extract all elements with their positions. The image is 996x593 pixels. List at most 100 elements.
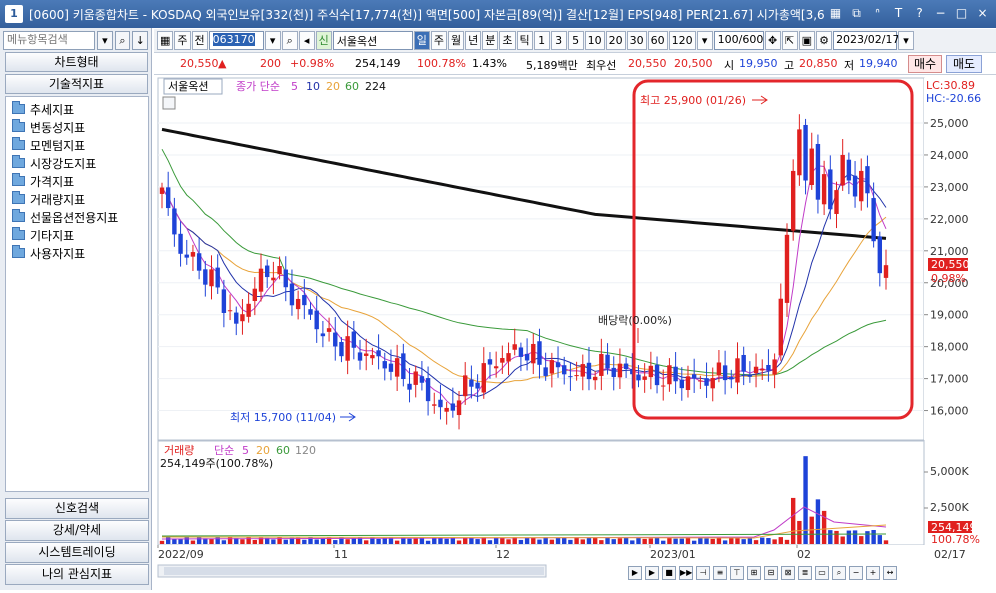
plus-icon[interactable]: + — [866, 566, 880, 580]
help-icon[interactable]: ? — [910, 4, 929, 23]
period-tick[interactable]: 틱 — [516, 31, 533, 50]
minimize-icon[interactable]: − — [931, 4, 950, 23]
forward-icon[interactable]: ▶▶ — [679, 566, 693, 580]
interval-120[interactable]: 120 — [668, 31, 696, 50]
tree-item-volume[interactable]: 거래량지표 — [6, 190, 148, 208]
tree-item-momentum[interactable]: 모멘텀지표 — [6, 136, 148, 154]
chart-type-button[interactable]: 차트형태 — [5, 52, 148, 72]
candle-body — [469, 379, 474, 387]
candle-body — [209, 269, 214, 287]
tree-item-futures[interactable]: 선물옵션전용지표 — [6, 208, 148, 226]
candle-body — [741, 354, 746, 372]
period-day[interactable]: 일 — [413, 31, 430, 50]
indicators-header[interactable]: 기술적지표 — [5, 74, 148, 94]
interval-10[interactable]: 10 — [584, 31, 605, 50]
tree-item-strength[interactable]: 시장강도지표 — [6, 154, 148, 172]
volume-bar — [790, 497, 796, 544]
interval-60[interactable]: 60 — [647, 31, 668, 50]
signal-search-button[interactable]: 신호검색 — [5, 498, 149, 519]
tree-item-other[interactable]: 기타지표 — [6, 226, 148, 244]
candle-body — [240, 314, 245, 322]
tool-6-icon[interactable]: ⊠ — [781, 566, 795, 580]
save-icon[interactable]: ▣ — [798, 31, 816, 50]
period-second[interactable]: 초 — [499, 31, 516, 50]
interval-1[interactable]: 1 — [533, 31, 550, 50]
low-value: 19,940 — [859, 57, 898, 70]
prev-select[interactable]: 전 — [191, 31, 208, 50]
interval-dropdown-icon[interactable]: ▾ — [696, 31, 713, 50]
period-minute[interactable]: 분 — [482, 31, 499, 50]
quote-bar: 20,550 ▲ 200 +0.98% 254,149 100.78% 1.43… — [154, 53, 996, 75]
calendar-icon[interactable]: ▾ — [898, 31, 915, 50]
scroll-thumb[interactable] — [164, 567, 544, 575]
candle-body — [357, 352, 363, 361]
stock-name-field[interactable]: 서울옥션 — [332, 31, 413, 50]
code-dropdown-icon[interactable]: ▾ — [264, 31, 281, 50]
vol-pct-text: 100.78% — [931, 533, 980, 546]
y-tick-label: 23,000 — [930, 181, 969, 194]
zoom-out-icon[interactable]: ⌕ — [832, 566, 846, 580]
sound-icon[interactable]: ◂ — [298, 31, 315, 50]
period-year[interactable]: 년 — [465, 31, 482, 50]
interval-30[interactable]: 30 — [626, 31, 647, 50]
volume-bar — [333, 540, 338, 544]
restore-icon[interactable]: ⧉ — [847, 4, 866, 23]
reset-icon[interactable]: ↔ — [883, 566, 897, 580]
move-icon[interactable]: ✥ — [764, 31, 781, 50]
candle-body — [592, 376, 598, 381]
candle-body — [673, 366, 678, 382]
minus-icon[interactable]: − — [849, 566, 863, 580]
calc-icon[interactable] — [162, 96, 176, 110]
tool-3-icon[interactable]: ⊤ — [730, 566, 744, 580]
tree-item-trend[interactable]: 추세지표 — [6, 100, 148, 118]
search-icon[interactable]: ⌕ — [114, 30, 131, 50]
tool-7-icon[interactable]: ≣ — [798, 566, 812, 580]
stock-code-input[interactable]: 063170 — [208, 31, 264, 50]
maximize-icon[interactable]: □ — [952, 4, 971, 23]
my-indicator-button[interactable]: 나의 관심지표 — [5, 564, 149, 585]
candle-body — [295, 298, 301, 310]
tool-8-icon[interactable]: ▭ — [815, 566, 829, 580]
scroll-start-icon[interactable]: ▶ — [628, 566, 642, 580]
grid-icon[interactable]: ▦ — [826, 4, 845, 23]
interval-20[interactable]: 20 — [605, 31, 626, 50]
strength-button[interactable]: 강세/약세 — [5, 520, 149, 541]
pin-icon[interactable]: ᐢ — [868, 4, 887, 23]
system-trading-button[interactable]: 시스템트레이딩 — [5, 542, 149, 563]
sell-button[interactable]: 매도 — [946, 55, 982, 73]
folder-icon — [12, 245, 25, 258]
close-icon[interactable]: × — [973, 4, 992, 23]
font-icon[interactable]: T — [889, 4, 908, 23]
vol-tick-2500k: 2,500K — [930, 501, 969, 514]
y-tick-label: 21,000 — [930, 245, 969, 258]
buy-button[interactable]: 매수 — [908, 55, 942, 73]
tree-item-volatility[interactable]: 변동성지표 — [6, 118, 148, 136]
tool-2-icon[interactable]: ≡ — [713, 566, 727, 580]
volume-bar — [865, 531, 870, 544]
grid-icon[interactable]: ▦ — [157, 31, 174, 50]
play-icon[interactable]: ▶ — [645, 566, 659, 580]
stop-icon[interactable]: ■ — [662, 566, 676, 580]
tool-5-icon[interactable]: ⊟ — [764, 566, 778, 580]
dropdown-icon[interactable]: ▾ — [97, 30, 113, 50]
tree-item-price[interactable]: 가격지표 — [6, 172, 148, 190]
vol-ma120-legend: 120 — [295, 444, 316, 457]
period-month[interactable]: 월 — [448, 31, 465, 50]
gear-icon[interactable]: ⚙ — [816, 31, 833, 50]
date-field[interactable]: 2023/02/17 — [833, 31, 899, 50]
candle-body — [401, 353, 406, 380]
download-icon[interactable]: ↓ — [132, 30, 149, 50]
interval-5[interactable]: 5 — [567, 31, 584, 50]
interval-3[interactable]: 3 — [550, 31, 567, 50]
period-week[interactable]: 주 — [430, 31, 448, 50]
tool-4-icon[interactable]: ⊞ — [747, 566, 761, 580]
tree-item-user[interactable]: 사용자지표 — [6, 244, 148, 262]
volume-bar — [240, 539, 245, 544]
zoom-field[interactable]: 100/600 — [713, 31, 764, 50]
expand-icon[interactable]: ⇱ — [781, 31, 798, 50]
menu-search-input[interactable] — [3, 30, 95, 50]
search-icon[interactable]: ⌕ — [281, 31, 298, 50]
candle-body — [828, 169, 833, 210]
tool-1-icon[interactable]: ⊣ — [696, 566, 710, 580]
period-type-select[interactable]: 주 — [174, 31, 191, 50]
